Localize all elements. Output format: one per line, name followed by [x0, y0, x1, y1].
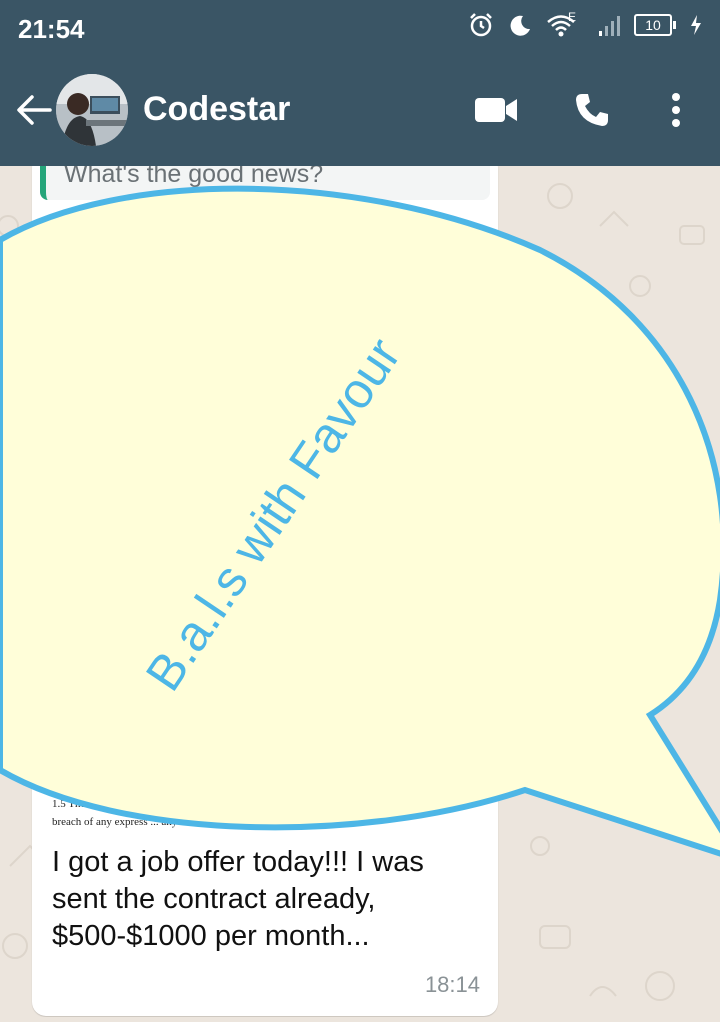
back-arrow-icon[interactable]: [14, 90, 54, 130]
moon-icon: [510, 15, 530, 36]
more-options-icon[interactable]: [664, 92, 688, 128]
battery-level: 10: [634, 14, 672, 36]
contact-avatar[interactable]: [56, 74, 128, 146]
charging-icon: [691, 15, 701, 35]
network-type-label: E: [567, 10, 576, 24]
status-time: 21:54: [18, 14, 85, 44]
status-icons: E 10: [468, 10, 702, 38]
status-bar: 21:54 E 10: [0, 0, 720, 58]
message-text: I got a job offer today!!! I was sent th…: [52, 846, 424, 952]
chat-area[interactable]: What's the good news? 1.5 The ... not be…: [0, 166, 720, 1017]
alarm-icon: [470, 13, 492, 37]
document-preview-line: breach of any express ... any third-part…: [52, 816, 228, 828]
quoted-text: What's the good news?: [64, 166, 324, 188]
phone-call-icon[interactable]: [574, 92, 610, 128]
message-bubble[interactable]: What's the good news? 1.5 The ... not be…: [32, 166, 498, 1016]
contact-name[interactable]: Codestar: [143, 90, 290, 129]
message-time: 18:14: [424, 972, 480, 997]
wifi-icon: E: [546, 10, 584, 37]
video-call-icon[interactable]: [474, 96, 518, 124]
quoted-message[interactable]: What's the good news?: [40, 166, 490, 200]
document-preview-line: 1.5 The ... not be i: [52, 798, 133, 810]
battery-icon: 10: [634, 14, 676, 36]
signal-icon: [599, 16, 620, 36]
chat-header: Codestar: [0, 58, 720, 166]
